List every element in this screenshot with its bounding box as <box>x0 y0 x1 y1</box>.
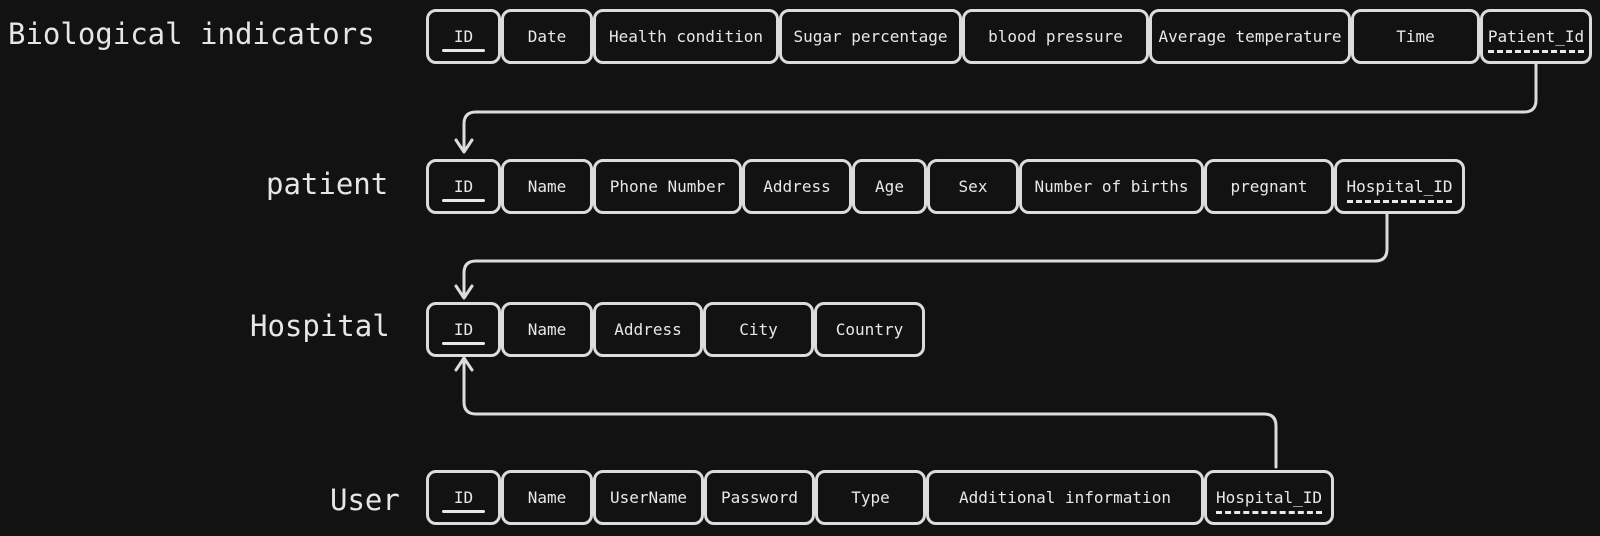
relationship-arrows <box>454 62 1538 469</box>
attr-user-additional-information: Additional information <box>926 470 1204 525</box>
er-diagram: Biological indicators ID Date Health con… <box>0 0 1600 536</box>
entity-title-user: User <box>330 483 400 517</box>
attr-bio-patient-id: Patient_Id <box>1480 9 1592 64</box>
attr-bio-sugar-percentage: Sugar percentage <box>779 9 962 64</box>
attr-user-id: ID <box>426 470 501 525</box>
attr-patient-number-of-births: Number of births <box>1019 159 1204 214</box>
attr-user-type: Type <box>815 470 926 525</box>
attr-bio-blood-pressure: blood pressure <box>962 9 1149 64</box>
attr-bio-id: ID <box>426 9 501 64</box>
attr-patient-age: Age <box>852 159 927 214</box>
attr-patient-hospital-id: Hospital_ID <box>1334 159 1465 214</box>
attr-hospital-name: Name <box>501 302 593 357</box>
attr-patient-address: Address <box>742 159 852 214</box>
attr-bio-time: Time <box>1351 9 1480 64</box>
arrowhead-patient-id <box>454 138 474 154</box>
attr-hospital-id: ID <box>426 302 501 357</box>
entity-title-patient: patient <box>266 167 389 201</box>
attr-bio-health-condition: Health condition <box>593 9 779 64</box>
entity-title-biological-indicators: Biological indicators <box>8 17 375 51</box>
attr-user-hospital-id: Hospital_ID <box>1204 470 1334 525</box>
attr-patient-pregnant: pregnant <box>1204 159 1334 214</box>
arrow-patient-to-hospital <box>462 212 1389 298</box>
attr-user-password: Password <box>704 470 815 525</box>
arrowhead-hospital-id-from-user <box>454 356 474 372</box>
attr-bio-average-temperature: Average temperature <box>1149 9 1351 64</box>
attr-bio-date: Date <box>501 9 593 64</box>
attr-patient-sex: Sex <box>927 159 1019 214</box>
attr-hospital-address: Address <box>593 302 703 357</box>
attr-user-name: Name <box>501 470 593 525</box>
arrowhead-hospital-id <box>454 284 474 300</box>
attr-patient-name: Name <box>501 159 593 214</box>
attr-patient-phone-number: Phone Number <box>593 159 742 214</box>
attr-patient-id: ID <box>426 159 501 214</box>
attr-user-username: UserName <box>593 470 704 525</box>
entity-title-hospital: Hospital <box>250 309 390 343</box>
arrow-biological-to-patient <box>462 62 1538 152</box>
arrow-user-to-hospital <box>462 356 1278 469</box>
attr-hospital-city: City <box>703 302 814 357</box>
attr-hospital-country: Country <box>814 302 925 357</box>
